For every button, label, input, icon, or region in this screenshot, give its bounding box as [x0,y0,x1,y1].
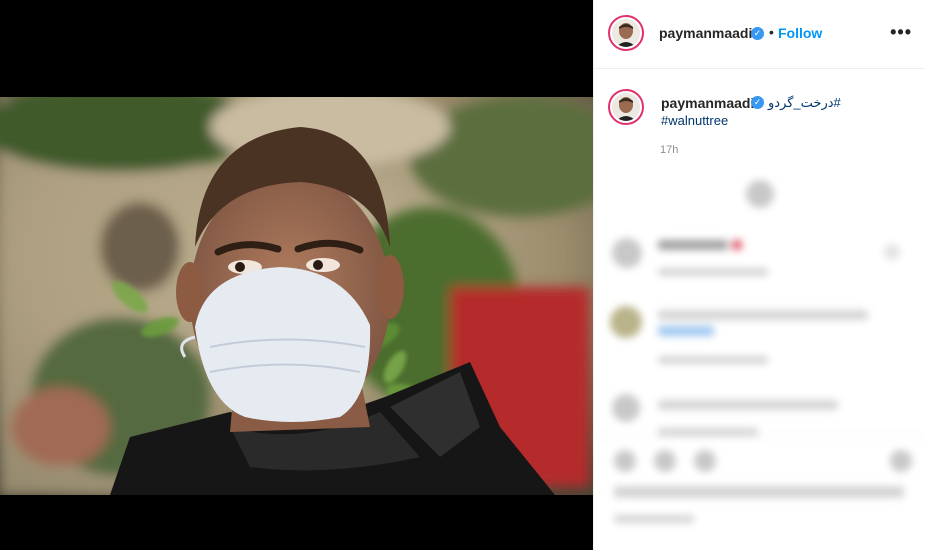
caption-avatar[interactable] [608,89,644,125]
blurred-comments [594,170,925,550]
man-in-mask-photo [0,97,593,495]
post-media[interactable] [0,0,593,550]
post-header: paymanmaadi ✓ • Follow ••• [594,0,925,69]
header-separator: • [769,24,774,40]
avatar[interactable] [608,15,644,51]
post-timestamp: 17h [660,144,679,156]
caption-avatar-image [612,93,640,121]
caption-username[interactable]: paymanmaadi [661,95,754,111]
more-options-icon[interactable]: ••• [890,22,912,43]
hashtag-walnut-tree-en[interactable]: #walnuttree [661,113,728,128]
follow-button[interactable]: Follow [778,25,822,41]
hashtag-walnut-tree-fa[interactable]: #درخت_گردو [768,95,841,111]
avatar-image [612,19,640,47]
post-sidebar: paymanmaadi ✓ • Follow ••• paymanmaadi ✓… [593,0,925,550]
post-photo[interactable] [0,97,593,495]
verified-badge-icon: ✓ [751,27,764,40]
caption-verified-icon: ✓ [751,96,764,109]
header-username[interactable]: paymanmaadi [659,25,752,41]
